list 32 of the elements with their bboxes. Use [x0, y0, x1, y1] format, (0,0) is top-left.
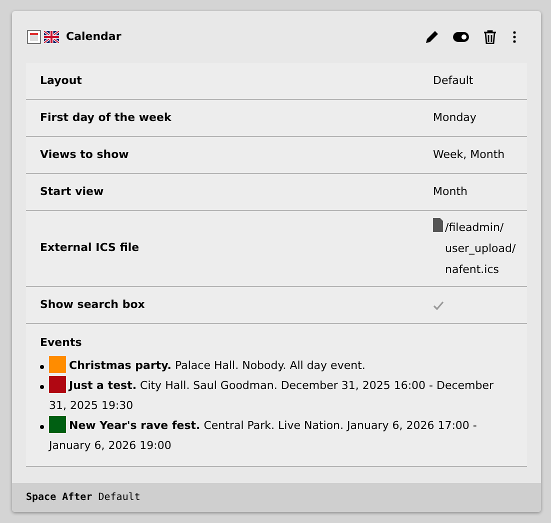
setting-label: Layout	[40, 72, 83, 89]
file-path: /fileadmin/ user_upload/ nafent.ics	[445, 220, 517, 278]
setting-label: Start view	[40, 184, 105, 200]
setting-label: External ICS file	[40, 240, 140, 256]
document-icon	[433, 218, 443, 232]
event-entry: Just a test. City Hall. Saul Goodman. December 31, 2025 16:00 - December 31, 2025 19:30	[49, 376, 513, 416]
setting-label: Show search box	[40, 296, 146, 313]
delete-button[interactable]	[483, 30, 496, 44]
setting-value: Week, Month	[433, 146, 505, 163]
toggle-button[interactable]	[453, 32, 469, 42]
element-title: Calendar	[66, 28, 122, 45]
footer-value: Default	[98, 491, 140, 505]
calendar-icon	[27, 30, 41, 44]
setting-label: Views to show	[40, 146, 130, 163]
vertical-dots-icon	[512, 31, 516, 43]
pencil-icon	[424, 30, 438, 44]
flag-icon	[44, 31, 59, 43]
setting-value: Month	[433, 184, 468, 200]
trash-icon	[484, 30, 496, 44]
edit-button[interactable]	[424, 30, 439, 44]
event-entry: Christmas party. Palace Hall. Nobody. All day event.	[49, 356, 513, 376]
more-button[interactable]	[510, 30, 518, 44]
bullet-icon	[40, 424, 44, 428]
event-entry: New Year's rave fest. Central Park. Live Nation. January 6, 2026 17:00 - January 6, 2026 19:00	[49, 416, 513, 456]
setting-value: Monday	[433, 110, 476, 126]
toggle-icon	[453, 32, 469, 42]
setting-label: First day of the week	[40, 110, 172, 126]
bullet-icon	[40, 364, 44, 368]
events-heading: Events	[40, 335, 83, 351]
footer-label: Space After	[26, 491, 92, 505]
setting-value: Default	[433, 72, 474, 89]
bullet-icon	[40, 384, 44, 388]
